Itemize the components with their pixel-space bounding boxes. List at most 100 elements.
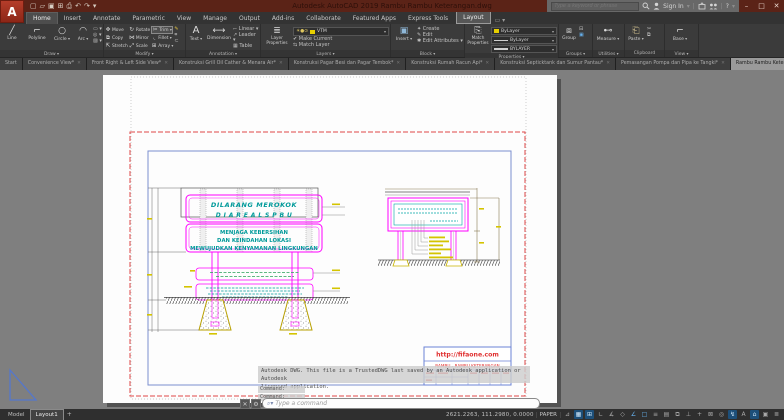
app-menu-button[interactable]: A	[0, 0, 24, 23]
ribbon-tab-view[interactable]: View	[171, 13, 197, 24]
polar-tracking-icon[interactable]: ∡	[607, 410, 616, 419]
ribbon-tab-layout[interactable]: Layout	[456, 11, 490, 24]
close-icon[interactable]: ✕	[396, 58, 400, 70]
stretch-button[interactable]: ⇱Stretch	[105, 42, 128, 50]
snap-mode-icon[interactable]: ▦	[574, 410, 583, 419]
workspace-switching-icon[interactable]: ⌂	[750, 410, 759, 419]
table-button[interactable]: ▦ Table	[233, 44, 259, 49]
graphics-performance-icon[interactable]: ↯	[728, 410, 737, 419]
base-button[interactable]: ⌐ Base	[666, 25, 694, 50]
lineweight-dropdown[interactable]: BYLAYER ▾	[491, 45, 557, 53]
command-input-wrap[interactable]: ⌕▾	[262, 398, 540, 409]
signin-dropdown-icon[interactable]: ▾	[687, 3, 690, 10]
grid-display-icon[interactable]: ⊞	[585, 410, 594, 419]
ribbon-tab-express-tools[interactable]: Express Tools	[402, 13, 454, 24]
minimize-button[interactable]: –	[739, 0, 754, 12]
layers-panel-label[interactable]: Layers	[261, 50, 390, 57]
fillet-button[interactable]: ◟Fillet	[151, 34, 173, 42]
arc-button[interactable]: ◠ Arc	[74, 25, 92, 50]
modify-panel-label[interactable]: Modify	[104, 50, 185, 57]
help-dropdown-icon[interactable]: ▾	[732, 3, 735, 10]
edit-attributes-button[interactable]: ✱ Edit Attributes ▾	[417, 39, 463, 44]
sign-in-button[interactable]: Sign In	[663, 3, 684, 10]
view-panel-label[interactable]: View	[665, 50, 698, 57]
model-tab[interactable]: Model	[3, 410, 30, 420]
isolate-objects-icon[interactable]: ◎	[717, 410, 726, 419]
close-icon[interactable]: ✕	[279, 58, 283, 70]
file-tab[interactable]: Pemasangan Pompa dan Pipa ke Tangki*✕	[616, 58, 731, 70]
new-file-icon[interactable]: ▢	[30, 1, 37, 11]
new-layout-button[interactable]: +	[64, 411, 75, 418]
offset-icon[interactable]: ⊂	[174, 39, 178, 44]
transparency-icon[interactable]: ▤	[662, 410, 671, 419]
qat-dropdown-icon[interactable]: ▾	[93, 1, 97, 11]
object-color-dropdown[interactable]: ByLayer ▾	[491, 27, 557, 35]
redo-icon[interactable]: ↷	[84, 1, 90, 11]
text-button[interactable]: A Text	[187, 25, 205, 50]
array-button[interactable]: ⊞Array	[151, 42, 173, 50]
groups-panel-label[interactable]: Groups	[559, 50, 592, 57]
lock-ui-icon[interactable]: ⊠	[706, 410, 715, 419]
trim-button[interactable]: ✂Trim	[151, 26, 173, 34]
hatch-tool-icon[interactable]: ▨ ▾	[93, 39, 102, 44]
file-tab[interactable]: Konstruksi Rumah Racun Api*✕	[406, 58, 495, 70]
linetype-dropdown[interactable]: ByLayer ▾	[491, 36, 557, 44]
customization-icon[interactable]: ≣	[772, 410, 781, 419]
dimension-button[interactable]: ⟷ Dimension	[206, 25, 232, 50]
open-file-icon[interactable]: ▱	[40, 1, 45, 11]
file-tab[interactable]: Front Right & Left Side View*✕	[87, 58, 174, 70]
group-button[interactable]: ⧈ Group	[560, 25, 578, 50]
file-tab[interactable]: Konstruksi Septicktank dan Sumur Pantau*…	[495, 58, 616, 70]
ribbon-tab-output[interactable]: Output	[233, 13, 266, 24]
close-icon[interactable]: ✕	[240, 399, 250, 409]
ribbon-tab-featured-apps[interactable]: Featured Apps	[347, 13, 402, 24]
object-snap-icon[interactable]: □	[640, 410, 649, 419]
search-icon[interactable]	[642, 2, 650, 10]
selection-cycling-icon[interactable]: ⧉	[673, 410, 682, 419]
layout-viewport[interactable]: DILARANG MEROKOK D I A R E A L S P B U M…	[0, 70, 784, 409]
block-panel-label[interactable]: Block	[391, 50, 464, 57]
match-layer-button[interactable]: ⇆ Match Layer	[293, 43, 389, 48]
rotate-button[interactable]: ↻Rotate	[129, 26, 150, 34]
command-input[interactable]	[275, 399, 535, 408]
side-panel[interactable]	[388, 198, 468, 231]
group-edit-icon[interactable]: ▣	[579, 33, 584, 38]
polyline-button[interactable]: ⌐ Polyline	[24, 25, 50, 50]
plot-icon[interactable]: ⎙	[67, 1, 73, 11]
undo-icon[interactable]: ↶	[75, 1, 81, 11]
copy-clip-icon[interactable]: ⧉	[647, 33, 651, 38]
ribbon-tab-annotate[interactable]: Annotate	[87, 13, 126, 24]
copy-button[interactable]: ⧉Copy	[105, 34, 128, 42]
annotation-panel-label[interactable]: Annotation	[186, 50, 260, 57]
utilities-panel-label[interactable]: Utilities	[593, 50, 624, 57]
scale-button[interactable]: ⤢Scale	[129, 42, 150, 50]
close-icon[interactable]: ✕	[77, 58, 81, 70]
app-store-icon[interactable]	[698, 2, 706, 10]
ribbon-tab-home[interactable]: Home	[26, 12, 58, 24]
close-icon[interactable]: ✕	[606, 58, 610, 70]
insert-button[interactable]: ▣ Insert	[392, 25, 416, 50]
ribbon-tab-collaborate[interactable]: Collaborate	[300, 13, 347, 24]
close-button[interactable]: ✕	[769, 0, 784, 12]
dynamic-ucs-icon[interactable]: ⊥	[684, 410, 693, 419]
drawing-canvas[interactable]: DILARANG MEROKOK D I A R E A L S P B U M…	[0, 70, 784, 409]
save-icon[interactable]: ▣	[48, 1, 55, 11]
maximize-button[interactable]: □	[754, 0, 769, 12]
share-icon[interactable]	[709, 2, 718, 10]
layer-properties-button[interactable]: ≣ Layer Properties	[262, 25, 292, 50]
layer-dropdown[interactable]: ☀●⊙ VTM ▾	[293, 27, 389, 36]
line-button[interactable]: ╱ Line	[1, 25, 23, 50]
paste-button[interactable]: ⎗ Paste	[626, 25, 646, 50]
layout1-tab[interactable]: Layout1	[30, 409, 64, 420]
close-icon[interactable]: ✕	[721, 58, 725, 70]
command-search-icon[interactable]: ⌕▾	[267, 400, 273, 408]
file-tab[interactable]: Konstruksi Pagar Besi dan Pagar Tembok*✕	[289, 58, 406, 70]
search-input[interactable]	[551, 2, 639, 11]
save-as-icon[interactable]: ⊞	[58, 1, 64, 11]
lineweight-icon[interactable]: ≡	[651, 410, 660, 419]
customize-icon[interactable]: ⚙	[251, 399, 261, 409]
ortho-mode-icon[interactable]: ∟	[596, 410, 605, 419]
annotation-scale-icon[interactable]: A	[739, 410, 748, 419]
dynamic-input-icon[interactable]: +	[695, 410, 704, 419]
ribbon-tab-insert[interactable]: Insert	[58, 13, 87, 24]
